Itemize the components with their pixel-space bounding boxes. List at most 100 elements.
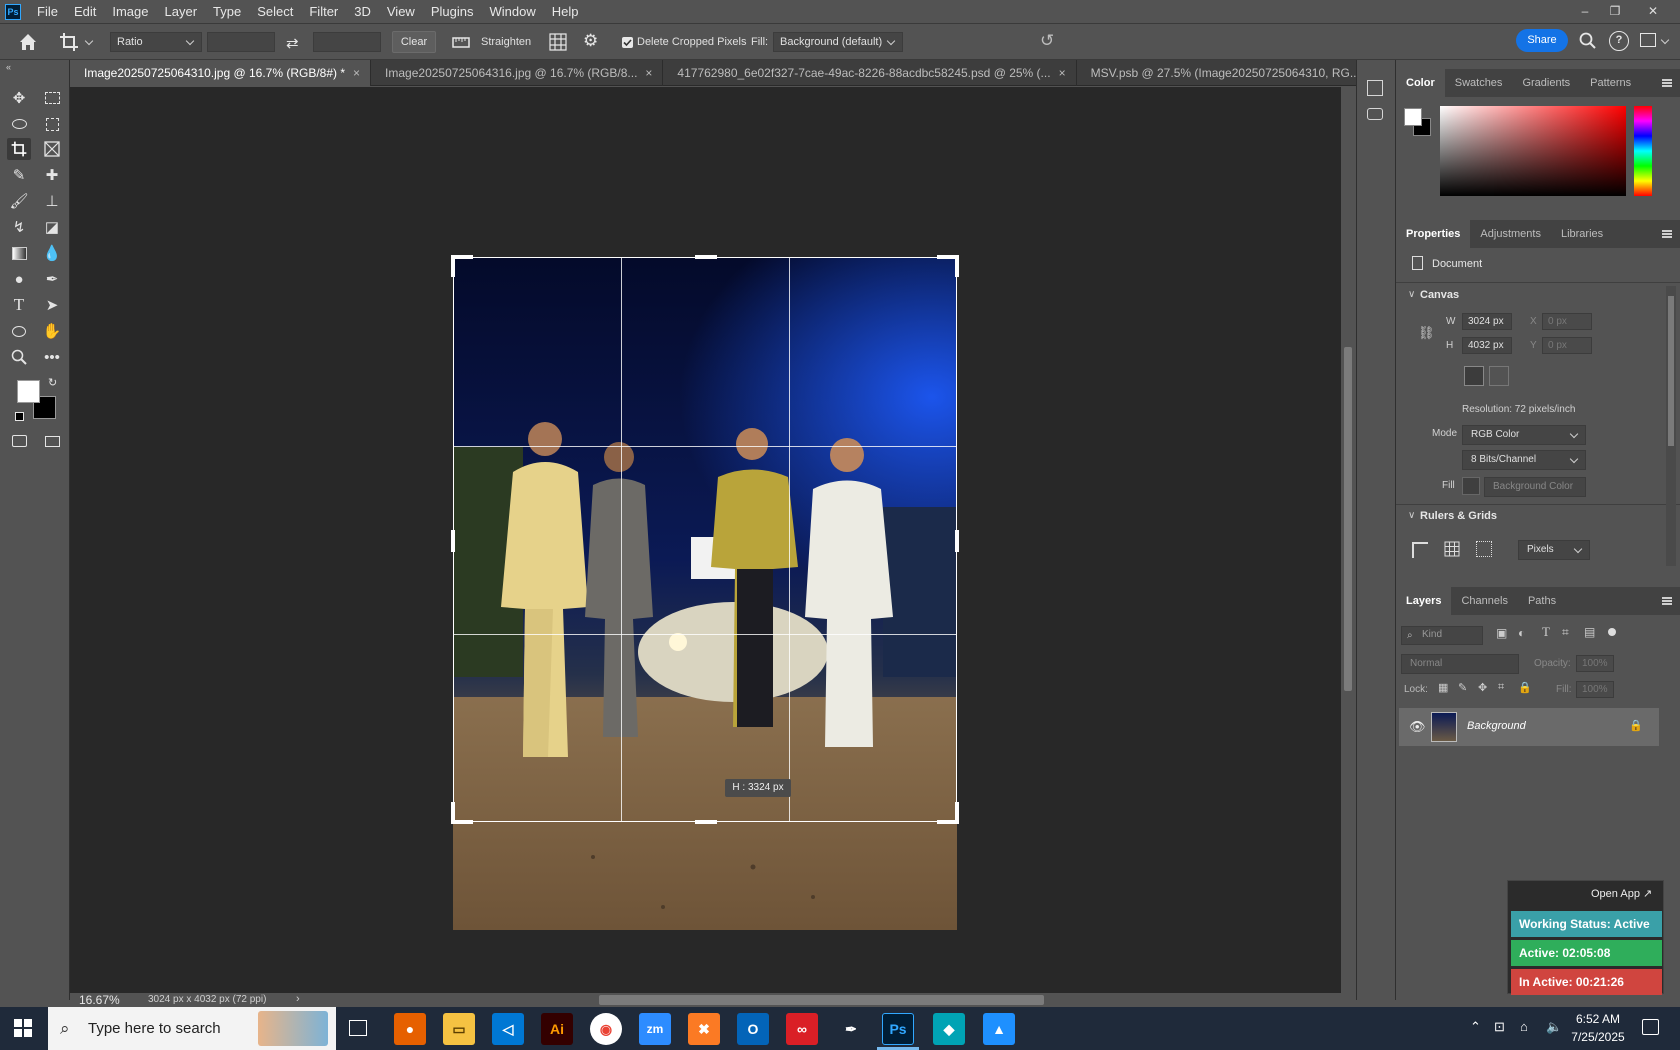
fill-select[interactable]: Background (default) [773, 32, 903, 52]
task-view-icon[interactable] [349, 1020, 367, 1036]
tab-adjustments[interactable]: Adjustments [1470, 220, 1551, 248]
horizontal-scrollbar[interactable] [310, 993, 1341, 1007]
eye-icon[interactable]: 👁 [1409, 719, 1426, 735]
quick-mask-icon[interactable] [7, 430, 31, 452]
chevron-down-icon[interactable]: ∨ [1408, 510, 1415, 521]
photoshop-icon[interactable]: Ps [882, 1013, 914, 1045]
menu-help[interactable]: Help [544, 0, 587, 24]
menu-select[interactable]: Select [249, 0, 301, 24]
canvas-area[interactable]: H : 3324 px [70, 87, 1341, 993]
volume-icon[interactable]: 🔈 [1546, 1019, 1562, 1035]
screen-mode-icon[interactable] [40, 430, 64, 452]
collapse-toolbar-icon[interactable]: « [6, 62, 11, 72]
pixel-layer-filter-icon[interactable]: ▣ [1496, 626, 1507, 640]
fill-color-swatch[interactable] [1462, 477, 1480, 495]
history-brush-tool-icon[interactable]: ↯ [7, 216, 31, 238]
delete-cropped-checkbox[interactable] [622, 37, 633, 48]
xampp-icon[interactable]: ✖ [688, 1013, 720, 1045]
eraser-tool-icon[interactable]: ◪ [40, 216, 64, 238]
illustrator-icon[interactable]: Ai [541, 1013, 573, 1045]
ellipse-tool-icon[interactable] [7, 320, 31, 342]
shape-layer-filter-icon[interactable]: ⌗ [1562, 625, 1569, 640]
chevron-down-icon[interactable] [1660, 35, 1670, 45]
menu-file[interactable]: File [29, 0, 66, 24]
bit-depth-select[interactable]: 8 Bits/Channel [1462, 450, 1586, 470]
status-arrow-icon[interactable]: › [296, 993, 300, 1005]
crop-tool-preset-icon[interactable] [58, 31, 80, 53]
menu-filter[interactable]: Filter [301, 0, 346, 24]
layer-kind-filter[interactable]: ⌕ Kind [1401, 626, 1483, 645]
properties-scrollbar[interactable] [1666, 286, 1676, 566]
tab-document-4[interactable]: MSV.psb @ 27.5% (Image20250725064310, RG… [1077, 60, 1386, 86]
foreground-color-swatch[interactable] [17, 380, 40, 403]
straighten-label[interactable]: Straighten [481, 32, 531, 52]
chevron-up-icon[interactable]: ⌃ [1470, 1019, 1481, 1035]
menu-layer[interactable]: Layer [157, 0, 206, 24]
hand-tool-icon[interactable]: ✋ [40, 320, 64, 342]
straighten-icon[interactable] [452, 34, 470, 50]
clock-date[interactable]: 7/25/2025 [1568, 1030, 1628, 1044]
panel-menu-icon[interactable] [1662, 79, 1672, 87]
tab-color[interactable]: Color [1396, 69, 1445, 97]
vscode-icon[interactable]: ◁ [492, 1013, 524, 1045]
restore-button[interactable]: ❐ [1602, 0, 1628, 22]
windows-start-icon[interactable] [14, 1019, 32, 1037]
reset-icon[interactable]: ↺ [1040, 31, 1054, 51]
pen-tool-icon[interactable]: ✒ [40, 268, 64, 290]
tab-gradients[interactable]: Gradients [1512, 69, 1580, 97]
smart-object-filter-icon[interactable]: ▤ [1584, 625, 1595, 639]
adjustment-layer-filter-icon[interactable]: ◐ [1518, 626, 1525, 640]
canvas-heading[interactable]: Canvas [1420, 289, 1459, 301]
crop-handle-bottom-right[interactable] [955, 802, 959, 824]
move-tool-icon[interactable]: ✥ [7, 87, 31, 109]
taskbar-search[interactable]: ⌕ Type here to search [48, 1007, 336, 1050]
menu-view[interactable]: View [379, 0, 423, 24]
pen-tool-icon[interactable]: ✒ [835, 1013, 867, 1045]
grid-icon[interactable] [1444, 541, 1460, 557]
color-field[interactable] [1440, 106, 1626, 196]
tab-libraries[interactable]: Libraries [1551, 220, 1613, 248]
gradient-tool-icon[interactable] [7, 242, 31, 264]
tab-document-1[interactable]: Image20250725064310.jpg @ 16.7% (RGB/8#)… [70, 60, 372, 86]
healing-brush-tool-icon[interactable]: ✚ [40, 164, 64, 186]
menu-plugins[interactable]: Plugins [423, 0, 482, 24]
chevron-down-icon[interactable] [84, 36, 94, 46]
default-colors-icon[interactable] [15, 412, 24, 421]
history-panel-icon[interactable] [1367, 80, 1383, 96]
lasso-tool-icon[interactable] [7, 113, 31, 135]
tab-properties[interactable]: Properties [1396, 220, 1471, 248]
crop-handle-left[interactable] [451, 530, 455, 552]
foreground-color-swatch[interactable] [1404, 108, 1422, 126]
crop-box[interactable] [451, 255, 959, 824]
ratio-height-input[interactable] [313, 32, 381, 52]
notifications-icon[interactable] [1642, 1019, 1659, 1035]
help-icon[interactable]: ? [1609, 31, 1629, 51]
workspace-icon[interactable] [1640, 33, 1656, 47]
guides-icon[interactable] [1476, 541, 1492, 557]
type-layer-filter-icon[interactable]: T [1542, 624, 1550, 640]
eyedropper-tool-icon[interactable]: ✎ [7, 164, 31, 186]
crop-handle-top[interactable] [695, 255, 717, 259]
swap-colors-icon[interactable]: ↻ [48, 376, 57, 389]
tab-swatches[interactable]: Swatches [1445, 69, 1513, 97]
outlook-icon[interactable]: O [737, 1013, 769, 1045]
horizontal-scroll-thumb[interactable] [599, 995, 1044, 1005]
lock-all-icon[interactable]: 🔒 [1518, 681, 1532, 694]
close-tab-icon[interactable]: × [645, 60, 652, 86]
photos-icon[interactable]: ▲ [983, 1013, 1015, 1045]
tab-channels[interactable]: Channels [1451, 587, 1517, 615]
open-app-link[interactable]: Open App ↗ [1591, 887, 1652, 900]
minimize-button[interactable]: – [1572, 0, 1598, 22]
filter-toggle-icon[interactable] [1608, 628, 1616, 636]
clock-time[interactable]: 6:52 AM [1568, 1012, 1628, 1026]
menu-window[interactable]: Window [481, 0, 543, 24]
zoom-tool-icon[interactable] [7, 346, 31, 368]
app-icon[interactable]: ◆ [933, 1013, 965, 1045]
close-tab-icon[interactable]: × [1059, 60, 1066, 86]
swap-icon[interactable]: ⇄ [286, 34, 299, 52]
hue-slider[interactable] [1634, 106, 1652, 196]
path-selection-tool-icon[interactable]: ➤ [40, 294, 64, 316]
wifi-icon[interactable]: ⌂ [1520, 1019, 1528, 1034]
network-icon[interactable]: ⊡ [1494, 1019, 1505, 1035]
type-tool-icon[interactable]: T [7, 294, 31, 316]
